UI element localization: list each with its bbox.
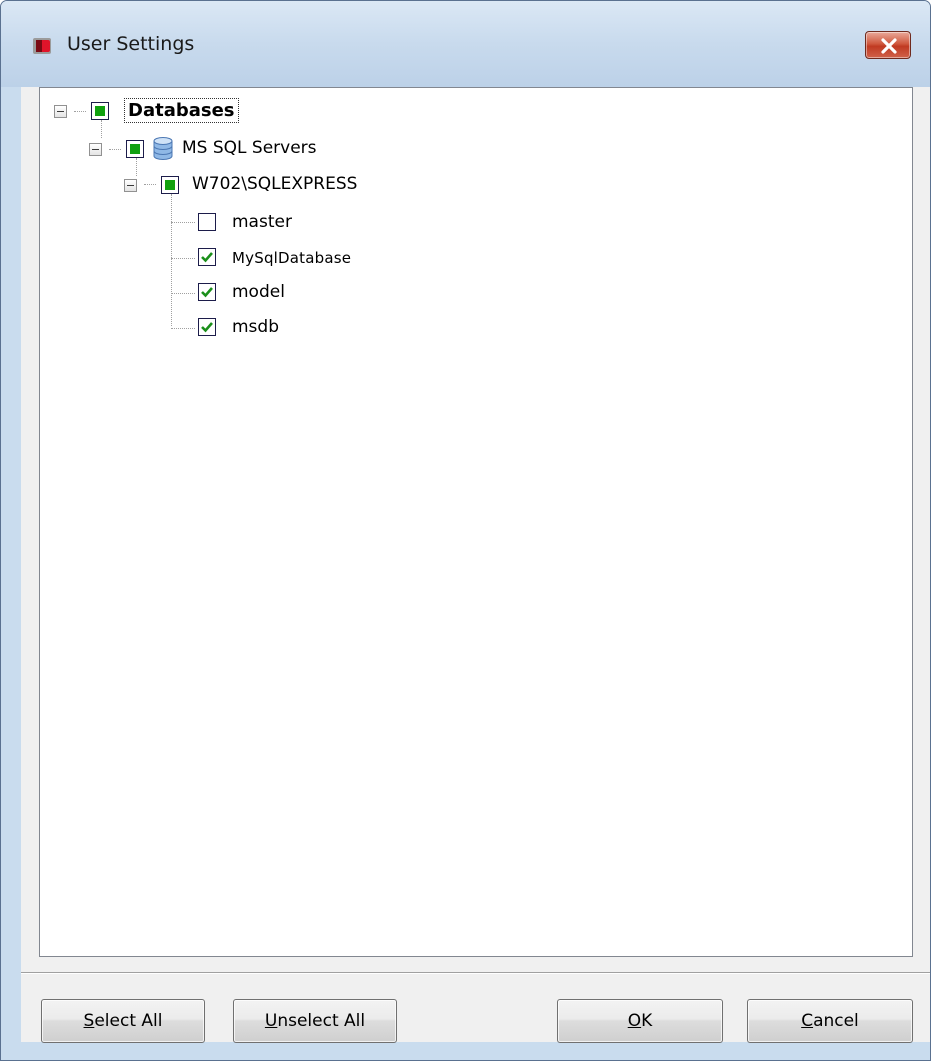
tree-node-database[interactable]: MySqlDatabase [40, 243, 351, 273]
mnemonic: C [801, 1011, 814, 1031]
check-icon [201, 252, 213, 263]
select-all-button[interactable]: Select All [41, 999, 205, 1043]
app-icon [31, 35, 55, 57]
title-bar[interactable]: User Settings [1, 1, 930, 87]
user-settings-window: User Settings Databases MS SQL Servers W… [0, 0, 931, 1061]
dialog-client-area: Databases MS SQL Servers W702\SQLEXPRESS [21, 87, 930, 1043]
mnemonic: O [627, 1011, 642, 1031]
database-icon [153, 137, 173, 160]
button-label: ancel [813, 1011, 859, 1031]
tree-node-database[interactable]: model [40, 278, 340, 308]
cancel-button[interactable]: Cancel [747, 999, 913, 1043]
tree-node-databases[interactable]: Databases [40, 96, 340, 126]
separator [21, 972, 930, 974]
collapse-icon[interactable] [54, 105, 67, 118]
tree-node-label: master [232, 212, 292, 232]
window-title: User Settings [67, 33, 195, 55]
tree-node-database[interactable]: msdb [40, 313, 340, 343]
button-label: elect All [94, 1011, 163, 1031]
mnemonic: U [264, 1011, 278, 1031]
msdb-checkbox[interactable] [198, 318, 216, 336]
mnemonic: S [83, 1011, 95, 1031]
button-label: nselect All [277, 1011, 366, 1031]
tree-node-ms-sql-servers[interactable]: MS SQL Servers [40, 134, 380, 164]
ok-button[interactable]: OK [557, 999, 723, 1043]
check-icon [201, 322, 213, 333]
server-checkbox[interactable] [161, 176, 179, 194]
tree-node-database[interactable]: master [40, 208, 340, 238]
collapse-icon[interactable] [124, 179, 137, 192]
master-checkbox[interactable] [198, 213, 216, 231]
tree-node-server[interactable]: W702\SQLEXPRESS [40, 170, 400, 200]
button-label: K [641, 1011, 653, 1031]
tree-node-label: model [232, 282, 285, 302]
tree-node-label: MS SQL Servers [182, 138, 317, 158]
unselect-all-button[interactable]: Unselect All [233, 999, 397, 1043]
model-checkbox[interactable] [198, 283, 216, 301]
check-icon [201, 287, 213, 298]
tree-node-label: MySqlDatabase [232, 249, 352, 267]
close-button[interactable] [865, 31, 911, 59]
tree-node-label: W702\SQLEXPRESS [192, 174, 358, 194]
collapse-icon[interactable] [89, 143, 102, 156]
database-tree[interactable]: Databases MS SQL Servers W702\SQLEXPRESS [39, 87, 913, 957]
tree-node-label: Databases [124, 98, 239, 123]
databases-checkbox[interactable] [91, 102, 109, 120]
tree-node-label: msdb [232, 317, 279, 337]
mysqldatabase-checkbox[interactable] [198, 248, 216, 266]
close-icon [881, 38, 897, 54]
ms-sql-servers-checkbox[interactable] [126, 140, 144, 158]
